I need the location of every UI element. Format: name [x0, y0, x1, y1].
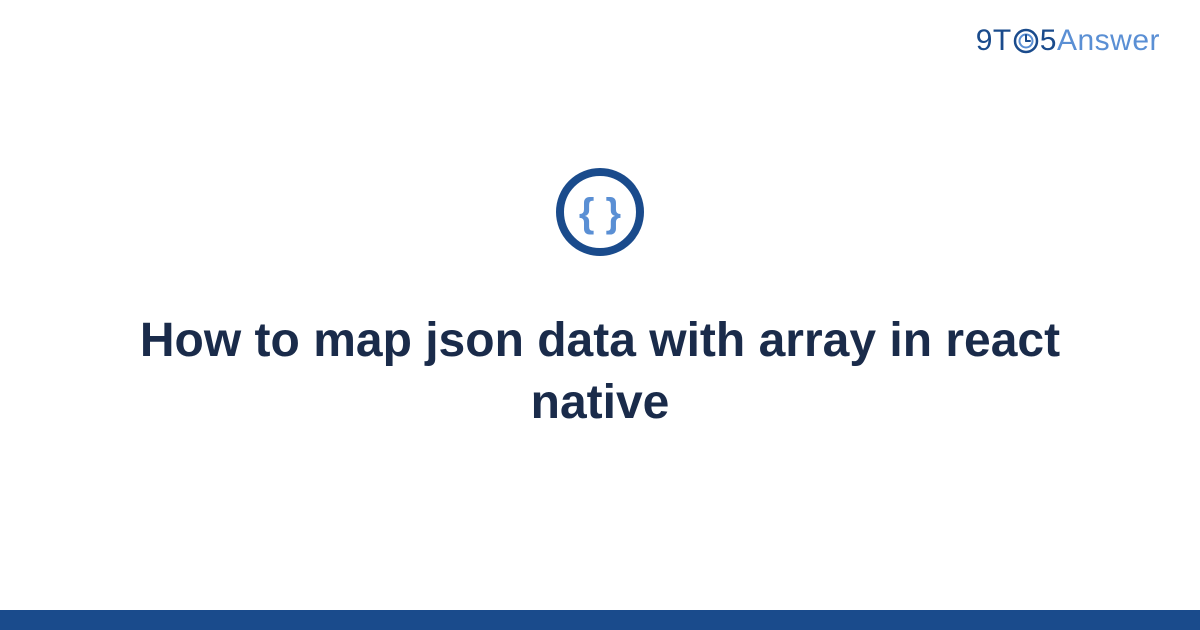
main-content: { } How to map json data with array in r…: [0, 0, 1200, 630]
footer-bar: [0, 610, 1200, 630]
code-braces-icon: { }: [555, 167, 645, 257]
category-icon-wrapper: { }: [555, 167, 645, 262]
svg-text:{ }: { }: [579, 191, 621, 235]
page-title: How to map json data with array in react…: [120, 310, 1080, 433]
